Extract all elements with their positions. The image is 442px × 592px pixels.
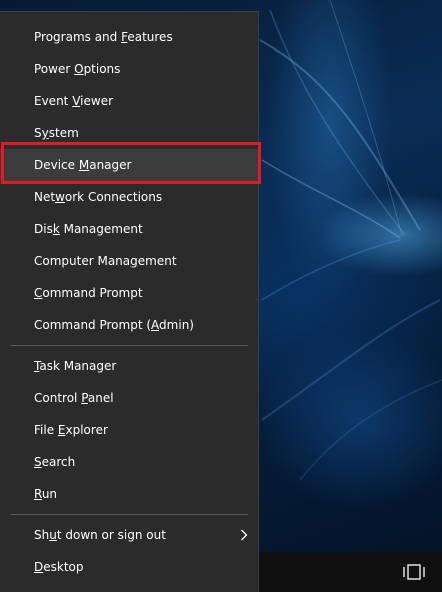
menu-item-programs-and-features[interactable]: Programs and Features <box>0 21 258 53</box>
quick-link-menu: Programs and Features Power Options Even… <box>0 11 259 592</box>
task-view-icon <box>403 564 425 580</box>
menu-item-network-connections[interactable]: Network Connections <box>0 181 258 213</box>
menu-item-task-manager[interactable]: Task Manager <box>0 350 258 382</box>
menu-item-run[interactable]: Run <box>0 478 258 510</box>
menu-item-disk-management[interactable]: Disk Management <box>0 213 258 245</box>
menu-item-search[interactable]: Search <box>0 446 258 478</box>
menu-item-command-prompt-admin[interactable]: Command Prompt (Admin) <box>0 309 258 341</box>
menu-separator <box>11 514 248 515</box>
menu-item-power-options[interactable]: Power Options <box>0 53 258 85</box>
menu-separator <box>11 345 248 346</box>
menu-item-event-viewer[interactable]: Event Viewer <box>0 85 258 117</box>
menu-item-computer-management[interactable]: Computer Management <box>0 245 258 277</box>
chevron-right-icon <box>240 519 248 551</box>
menu-item-file-explorer[interactable]: File Explorer <box>0 414 258 446</box>
menu-item-shut-down-or-sign-out[interactable]: Shut down or sign out <box>0 519 258 551</box>
menu-item-control-panel[interactable]: Control Panel <box>0 382 258 414</box>
highlight-annotation-box <box>1 142 261 184</box>
task-view-button[interactable] <box>392 552 436 592</box>
menu-item-command-prompt[interactable]: Command Prompt <box>0 277 258 309</box>
menu-item-desktop[interactable]: Desktop <box>0 551 258 583</box>
